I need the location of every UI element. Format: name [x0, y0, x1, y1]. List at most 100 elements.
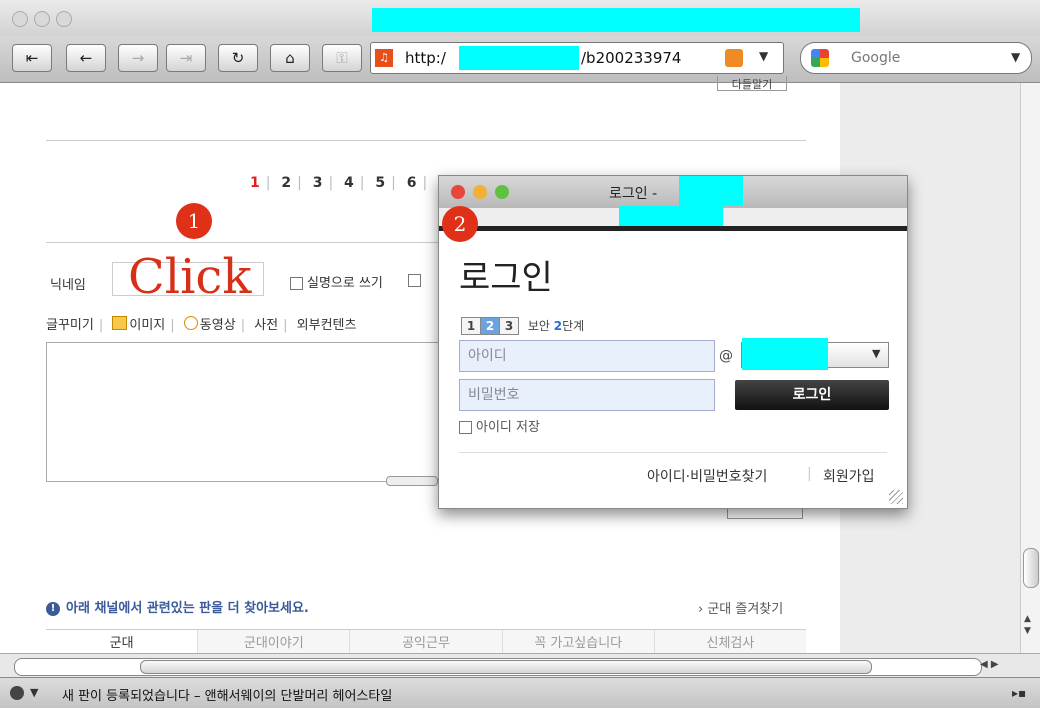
- link-separator: |: [807, 466, 812, 482]
- status-bar: ▼ 새 판이 등록되었습니다 – 앤해서웨이의 단발머리 헤어스타일 ▸▪: [0, 677, 1040, 708]
- video-icon: [183, 316, 198, 330]
- status-resize-icon: ▸▪: [1012, 686, 1027, 700]
- domain-select[interactable]: ▼: [741, 338, 889, 370]
- minimize-window-button[interactable]: [34, 11, 50, 27]
- login-heading: 로그인: [459, 258, 553, 298]
- window-titlebar: [0, 0, 1040, 36]
- channels-message: ! 아래 채널에서 관련있는 판을 더 찾아보세요.: [46, 597, 309, 616]
- annotation-badge-2: 2: [442, 206, 478, 242]
- security-label: 보안: [527, 319, 550, 333]
- realname-checkbox[interactable]: 실명으로 쓰기: [290, 272, 383, 291]
- at-sign: @: [719, 348, 733, 364]
- post-editor-textarea[interactable]: [46, 342, 450, 482]
- id-input[interactable]: 아이디: [459, 340, 715, 372]
- divider: [46, 242, 446, 243]
- url-bar[interactable]: ♫ http:/ /b200233974 ▼: [370, 42, 784, 74]
- back-icon: ←: [79, 49, 93, 67]
- home-icon: ⌂: [285, 49, 295, 67]
- security-level-value: 2: [553, 319, 563, 333]
- security-suffix: 단계: [562, 319, 585, 333]
- scroll-arrows-icon[interactable]: ◀ ▶: [980, 659, 999, 670]
- url-redacted: [459, 46, 579, 70]
- decorate-tool[interactable]: 글꾸미기: [46, 318, 94, 333]
- browser-toolbar: ⇤ ← → ⇥ ↻ ⌂ ⚿ ♫ http:/ /b200233974 ▼ Goo…: [0, 36, 1040, 83]
- favorites-link[interactable]: › 군대 즐겨찾기: [698, 598, 783, 617]
- forward-icon: →: [131, 49, 145, 67]
- annotation-badge-1: 1: [176, 203, 212, 239]
- horizontal-scroll-thumb[interactable]: [140, 660, 872, 674]
- divider: [459, 452, 887, 453]
- zoom-window-button[interactable]: [56, 11, 72, 27]
- site-favicon-icon: ♫: [375, 49, 393, 67]
- login-popup-window: 로그인 - 로그인 123 보안 2단계 아이디 @ ▼ 비밀번호 로그인 아이…: [438, 175, 908, 509]
- signup-link[interactable]: 회원가입: [823, 466, 875, 486]
- back-button[interactable]: ←: [66, 44, 106, 72]
- url-suffix: /b200233974: [581, 49, 682, 67]
- vertical-scrollbar[interactable]: [1020, 83, 1040, 653]
- page-link-2[interactable]: 2: [281, 175, 291, 191]
- popup-minimize-button[interactable]: [473, 185, 487, 199]
- first-page-icon: ⇤: [25, 49, 39, 67]
- vertical-scroll-arrows-icon[interactable]: ▲ ▼: [1024, 613, 1031, 637]
- horizontal-scrollbar[interactable]: ◀ ▶: [0, 653, 1040, 678]
- status-text: 새 판이 등록되었습니다 – 앤해서웨이의 단발머리 헤어스타일: [62, 689, 393, 704]
- status-dropdown-icon[interactable]: ▼: [30, 686, 38, 699]
- url-dropdown-icon[interactable]: ▼: [759, 49, 768, 63]
- password-input[interactable]: 비밀번호: [459, 379, 715, 411]
- popup-close-button[interactable]: [451, 185, 465, 199]
- divider: [46, 140, 806, 141]
- search-placeholder: Google: [851, 50, 901, 66]
- window-title-redacted: [372, 8, 860, 32]
- external-content-tool[interactable]: 외부컨텐츠: [297, 318, 357, 333]
- security-level-selector: 123 보안 2단계: [461, 317, 584, 335]
- popup-zoom-button[interactable]: [495, 185, 509, 199]
- login-button[interactable]: 로그인: [735, 380, 889, 410]
- popup-title: 로그인 -: [609, 186, 658, 202]
- security-step-2[interactable]: 2: [480, 317, 500, 335]
- domain-redacted: [742, 338, 828, 370]
- vertical-scroll-thumb[interactable]: [1023, 548, 1039, 588]
- page-link-5[interactable]: 5: [375, 175, 385, 191]
- key-icon: ⚿: [336, 49, 348, 67]
- popup-header-bar: [439, 226, 907, 231]
- google-icon: [811, 49, 829, 67]
- page-link-1[interactable]: 1: [250, 175, 260, 191]
- search-dropdown-icon[interactable]: ▼: [1011, 50, 1020, 64]
- rss-icon[interactable]: [725, 49, 743, 67]
- realname-label: 실명으로 쓰기: [307, 276, 383, 291]
- checkbox-icon: [459, 421, 472, 434]
- key-button[interactable]: ⚿: [322, 44, 362, 72]
- search-field[interactable]: Google ▼: [800, 42, 1032, 74]
- home-button[interactable]: ⌂: [270, 44, 310, 72]
- page-link-4[interactable]: 4: [344, 175, 354, 191]
- reload-button[interactable]: ↻: [218, 44, 258, 72]
- page-link-6[interactable]: 6: [407, 175, 417, 191]
- security-step-1[interactable]: 1: [461, 317, 481, 335]
- close-window-button[interactable]: [12, 11, 28, 27]
- checkbox-icon: [290, 277, 303, 290]
- page-link-3[interactable]: 3: [313, 175, 323, 191]
- forward-button[interactable]: →: [118, 44, 158, 72]
- resize-grip-icon[interactable]: [889, 490, 903, 504]
- popup-titlebar: 로그인 -: [439, 176, 907, 209]
- last-page-button[interactable]: ⇥: [166, 44, 206, 72]
- security-step-3[interactable]: 3: [499, 317, 519, 335]
- pagination: 1| 2| 3| 4| 5| 6| 7: [250, 175, 454, 191]
- save-id-label: 아이디 저장: [476, 420, 540, 435]
- image-icon: [112, 316, 128, 330]
- reload-icon: ↻: [231, 49, 245, 67]
- editor-resize-handle[interactable]: [386, 476, 438, 486]
- checkbox-icon[interactable]: [408, 274, 421, 287]
- dictionary-tool[interactable]: 사전: [254, 318, 278, 333]
- image-tool[interactable]: 이미지: [129, 318, 165, 333]
- editor-toolbar: 글꾸미기 | 이미지 | 동영상 | 사전 | 외부컨텐츠: [46, 316, 357, 333]
- annotation-click-text: Click: [128, 249, 252, 305]
- first-page-button[interactable]: ⇤: [12, 44, 52, 72]
- nickname-label: 닉네임: [50, 278, 86, 293]
- find-id-password-link[interactable]: 아이디·비밀번호찾기: [647, 466, 767, 486]
- top-button[interactable]: 다들말기: [717, 76, 787, 91]
- last-page-icon: ⇥: [179, 49, 193, 67]
- status-globe-icon: [10, 686, 24, 700]
- video-tool[interactable]: 동영상: [200, 318, 236, 333]
- save-id-checkbox[interactable]: 아이디 저장: [459, 416, 540, 435]
